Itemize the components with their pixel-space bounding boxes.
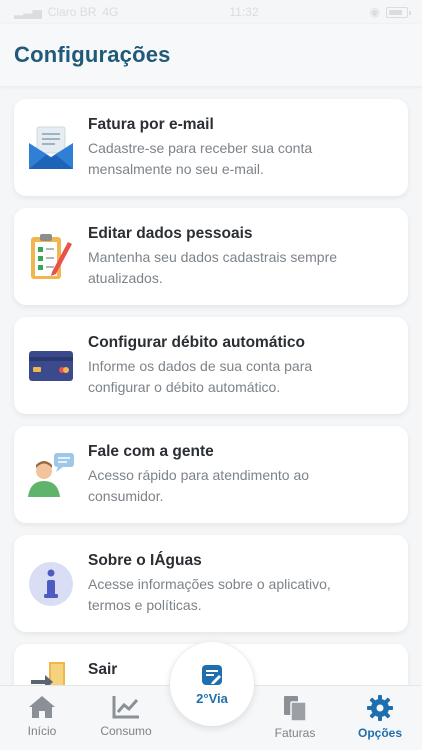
tab-label: Faturas bbox=[274, 726, 316, 740]
card-title: Sair bbox=[88, 661, 118, 678]
carrier-name: Claro BR bbox=[47, 5, 97, 19]
person-chat-icon bbox=[14, 426, 88, 523]
tab-inicio[interactable]: Início bbox=[0, 686, 84, 750]
card-auto-debit[interactable]: Configurar débito automático Informe os … bbox=[14, 317, 408, 414]
chart-line-icon bbox=[112, 696, 139, 719]
card-title: Sobre o IÁguas bbox=[88, 552, 202, 569]
clock: 11:32 bbox=[229, 5, 259, 19]
card-title: Fatura por e-mail bbox=[88, 116, 214, 133]
signal-icon: ▂▃▅ bbox=[14, 5, 42, 19]
invoice-edit-icon bbox=[202, 664, 222, 685]
battery-icon bbox=[385, 6, 411, 18]
tab-label: Consumo bbox=[100, 724, 152, 738]
card-description-line2: consumidor. bbox=[88, 488, 164, 504]
card-edit-personal-data[interactable]: Editar dados pessoais Mantenha seu dados… bbox=[14, 208, 408, 305]
card-about-app[interactable]: Sobre o IÁguas Acesse informações sobre … bbox=[14, 535, 408, 632]
page-header: Configurações bbox=[0, 24, 422, 86]
tab-label: Início bbox=[27, 724, 57, 738]
tab-opcoes[interactable]: Opções bbox=[338, 686, 422, 750]
tab-label: Opções bbox=[357, 726, 402, 740]
card-description-line1: Mantenha seu dados cadastrais sempre bbox=[88, 249, 338, 265]
card-contact-us[interactable]: Fale com a gente Acesso rápido para aten… bbox=[14, 426, 408, 523]
status-bar: ▂▃▅ Claro BR 4G 11:32 ◉ bbox=[0, 0, 422, 24]
card-title: Editar dados pessoais bbox=[88, 225, 253, 242]
gear-icon bbox=[367, 695, 393, 721]
second-copy-button[interactable]: 2°Via bbox=[170, 642, 254, 726]
card-description-line1: Informe os dados de sua conta para bbox=[88, 358, 313, 374]
card-description-line1: Acesso rápido para atendimento ao bbox=[88, 467, 310, 483]
clipboard-checklist-icon bbox=[14, 208, 88, 305]
card-description-line1: Cadastre-se para receber sua conta bbox=[88, 140, 313, 156]
credit-card-icon bbox=[14, 317, 88, 414]
card-description-line2: termos e políticas. bbox=[88, 597, 202, 613]
info-circle-icon bbox=[14, 535, 88, 632]
card-email-invoice[interactable]: Fatura por e-mail Cadastre-se para receb… bbox=[14, 99, 408, 196]
card-description-line2: mensalmente no seu e-mail. bbox=[88, 161, 264, 177]
tab-faturas[interactable]: Faturas bbox=[253, 686, 337, 750]
network-type: 4G bbox=[102, 5, 119, 19]
page-title: Configurações bbox=[14, 42, 171, 67]
card-title: Fale com a gente bbox=[88, 443, 214, 460]
email-envelope-icon bbox=[14, 99, 88, 196]
tab-consumo[interactable]: Consumo bbox=[84, 686, 168, 750]
fab-label: 2°Via bbox=[196, 690, 228, 706]
documents-icon bbox=[284, 696, 307, 722]
card-description-line2: configurar o débito automático. bbox=[88, 379, 281, 395]
card-description-line1: Acesse informações sobre o aplicativo, bbox=[88, 576, 331, 592]
card-description-line2: atualizados. bbox=[88, 270, 163, 286]
home-icon bbox=[29, 696, 55, 718]
card-title: Configurar débito automático bbox=[88, 334, 305, 351]
alarm-icon: ◉ bbox=[369, 5, 380, 19]
